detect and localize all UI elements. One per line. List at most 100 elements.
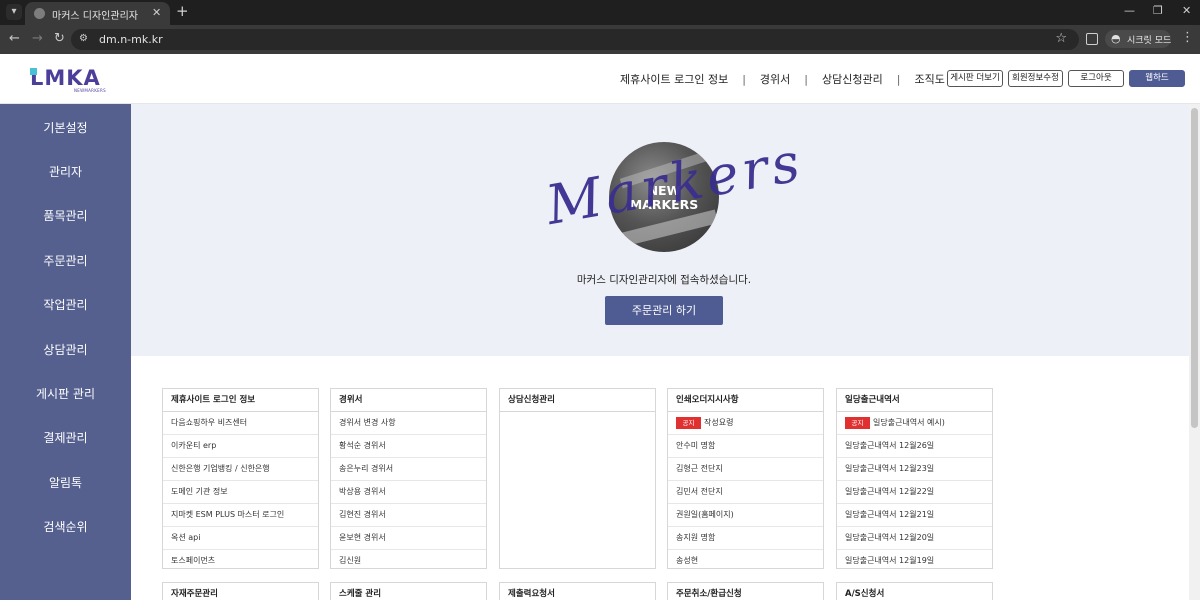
- list-item[interactable]: 공지 일당출근내역서 예시): [837, 412, 992, 435]
- tab-title: 마커스 디자인관리자: [52, 11, 138, 22]
- notice-badge: 공지: [845, 416, 870, 429]
- incognito-icon: ◓: [1111, 32, 1121, 45]
- list-item[interactable]: 안수미 명함: [668, 435, 823, 458]
- board-more-button[interactable]: 게시판 더보기: [947, 70, 1003, 87]
- list-item[interactable]: 권원일(홈페이지): [668, 504, 823, 527]
- browser-menu-icon[interactable]: ⋮: [1181, 30, 1194, 45]
- list-item-text: 송지원 명함: [676, 533, 716, 542]
- sidebar-item-search-rank[interactable]: 검색순위: [0, 505, 131, 549]
- side-panel-icon[interactable]: [1086, 33, 1098, 45]
- board-title[interactable]: 일당출근내역서: [837, 389, 992, 412]
- list-item[interactable]: 일당출근내역서 12월23일: [837, 458, 992, 481]
- logo-text: LMKA: [30, 66, 101, 90]
- sidebar-item-basic-settings[interactable]: 기본설정: [0, 106, 131, 150]
- site-info-icon[interactable]: ⚙: [79, 33, 91, 45]
- board-title[interactable]: 제휴사이트 로그인 정보: [163, 389, 318, 412]
- list-item[interactable]: 김신원: [331, 550, 486, 573]
- list-item[interactable]: 일당출근내역서 12월22일: [837, 481, 992, 504]
- list-item[interactable]: 송지원 명함: [668, 527, 823, 550]
- list-item-text: 일당출근내역서 12월23일: [845, 464, 935, 473]
- board-daily-attendance: 일당출근내역서 공지 일당출근내역서 예시) 일당출근내역서 12월26일 일당출…: [836, 388, 993, 569]
- new-tab-plus-icon[interactable]: +: [176, 2, 189, 20]
- list-item-text: 박상용 경위서: [339, 487, 386, 496]
- list-item[interactable]: 일당출근내역서 12월21일: [837, 504, 992, 527]
- window-close-icon[interactable]: ✕: [1182, 4, 1191, 17]
- list-item-text: 지마켓 ESM PLUS 마스터 로그인: [171, 510, 285, 519]
- list-item[interactable]: 박상용 경위서: [331, 481, 486, 504]
- bookmark-star-icon[interactable]: ☆: [1055, 31, 1067, 46]
- list-item-text: 다음쇼핑하우 비즈센터: [171, 418, 248, 427]
- board-title[interactable]: 제출력요청서: [500, 583, 655, 600]
- board-title[interactable]: 자재주문관리: [163, 583, 318, 600]
- list-item-text: 황석순 경위서: [339, 441, 386, 450]
- list-item[interactable]: 일당출근내역서 12월26일: [837, 435, 992, 458]
- board-print-orders: 인쇄오더지시사항 공지 작성요령 안수미 명함 김형근 전단지 김민서 전단지 권…: [667, 388, 824, 569]
- list-item[interactable]: 토스페이먼츠: [163, 550, 318, 573]
- list-item-text: 윤보현 경위서: [339, 533, 386, 542]
- sidebar-item-jobs[interactable]: 작업관리: [0, 283, 131, 327]
- globe-icon: [34, 8, 45, 19]
- sidebar-item-orders[interactable]: 주문관리: [0, 239, 131, 283]
- back-arrow-icon[interactable]: ←: [9, 31, 20, 46]
- list-item[interactable]: 신한은행 기업뱅킹 / 신한은행: [163, 458, 318, 481]
- list-item-text: 권원일(홈페이지): [676, 510, 734, 519]
- sidebar-item-payments[interactable]: 결제관리: [0, 416, 131, 460]
- scrollbar-thumb[interactable]: [1191, 108, 1198, 428]
- sidebar-item-consultations[interactable]: 상담관리: [0, 328, 131, 372]
- nav-link-consultation[interactable]: 상담신청관리: [822, 71, 883, 87]
- browser-tab[interactable]: 마커스 디자인관리자 ✕: [25, 2, 170, 25]
- minimize-icon[interactable]: —: [1124, 4, 1135, 17]
- list-item-text: 김신원: [339, 556, 362, 565]
- forward-arrow-icon[interactable]: →: [32, 31, 43, 46]
- list-item[interactable]: 김현진 경위서: [331, 504, 486, 527]
- site-logo[interactable]: LMKA NEWMARKERS: [30, 66, 106, 93]
- list-item[interactable]: 송은누리 경위서: [331, 458, 486, 481]
- list-item-text: 작성요령: [704, 418, 734, 427]
- list-item[interactable]: 일당출근내역서 12월20일: [837, 527, 992, 550]
- list-item[interactable]: 지마켓 ESM PLUS 마스터 로그인: [163, 504, 318, 527]
- tab-search-icon[interactable]: ▾: [6, 4, 22, 20]
- nav-separator: |: [896, 72, 901, 86]
- list-item-text: 김민서 전단지: [676, 487, 723, 496]
- board-title[interactable]: 경위서: [331, 389, 486, 412]
- list-item[interactable]: 송성현: [668, 550, 823, 573]
- nav-separator: |: [804, 72, 809, 86]
- board-output-request: 제출력요청서: [499, 582, 656, 600]
- list-item[interactable]: 공지 작성요령: [668, 412, 823, 435]
- restore-icon[interactable]: ❐: [1153, 4, 1163, 17]
- sidebar-item-board-admin[interactable]: 게시판 관리: [0, 372, 131, 416]
- incognito-badge[interactable]: ◓ 시크릿 모드: [1105, 30, 1171, 48]
- address-bar[interactable]: ⚙ dm.n-mk.kr ☆: [71, 29, 1079, 50]
- board-schedule: 스케줄 관리: [330, 582, 487, 600]
- board-title[interactable]: 인쇄오더지시사항: [668, 389, 823, 412]
- nav-link-org-chart[interactable]: 조직도: [914, 71, 944, 87]
- sidebar-item-products[interactable]: 품목관리: [0, 194, 131, 238]
- url-text[interactable]: dm.n-mk.kr: [99, 33, 163, 46]
- board-title[interactable]: A/S신청서: [837, 583, 992, 600]
- list-item[interactable]: 김형근 전단지: [668, 458, 823, 481]
- nav-link-partner-login[interactable]: 제휴사이트 로그인 정보: [620, 71, 728, 87]
- board-title[interactable]: 스케줄 관리: [331, 583, 486, 600]
- list-item[interactable]: 옥션 api: [163, 527, 318, 550]
- reload-icon[interactable]: ↻: [54, 31, 65, 46]
- list-item[interactable]: 도메인 기관 정보: [163, 481, 318, 504]
- board-title[interactable]: 상담신청관리: [500, 389, 655, 412]
- list-item[interactable]: 황석순 경위서: [331, 435, 486, 458]
- page-scrollbar[interactable]: [1189, 104, 1200, 600]
- list-item[interactable]: 김민서 전단지: [668, 481, 823, 504]
- list-item[interactable]: 경위서 변경 사항: [331, 412, 486, 435]
- nav-link-report[interactable]: 경위서: [760, 71, 790, 87]
- board-title[interactable]: 주문취소/환급신청: [668, 583, 823, 600]
- go-to-orders-button[interactable]: 주문관리 하기: [605, 296, 723, 325]
- sidebar-item-admin[interactable]: 관리자: [0, 150, 131, 194]
- logout-button[interactable]: 로그아웃: [1068, 70, 1124, 87]
- webhard-button[interactable]: 웹하드: [1129, 70, 1185, 87]
- list-item[interactable]: 윤보현 경위서: [331, 527, 486, 550]
- close-icon[interactable]: ✕: [152, 6, 161, 19]
- list-item[interactable]: 일당출근내역서 12월19일: [837, 550, 992, 573]
- sidebar-item-notify-talk[interactable]: 알림톡: [0, 461, 131, 505]
- list-item[interactable]: 다음쇼핑하우 비즈센터: [163, 412, 318, 435]
- list-item[interactable]: 이카운티 erp: [163, 435, 318, 458]
- edit-member-info-button[interactable]: 회원정보수정: [1008, 70, 1063, 87]
- list-item-text: 일당출근내역서 12월26일: [845, 441, 935, 450]
